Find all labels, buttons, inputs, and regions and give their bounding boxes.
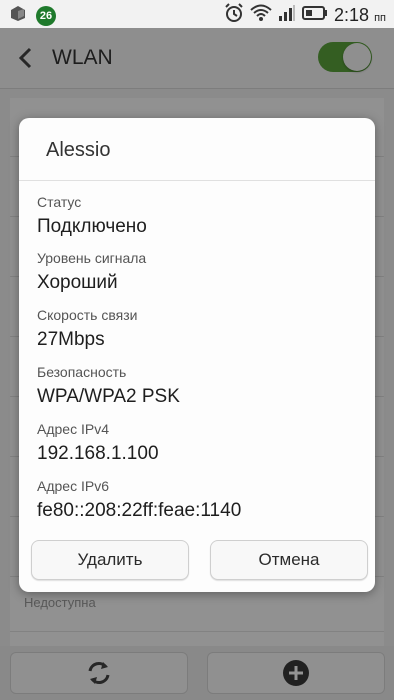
status-bar: 26 2:18 пп [0,0,394,28]
status-value: Подключено [37,216,147,237]
signal-strength-value: Хороший [37,272,118,293]
link-speed-value: 27Mbps [37,329,105,350]
link-speed-field: Скорость связи 27Mbps [37,307,137,352]
clock-suffix: пп [374,12,386,24]
ipv6-field: Адрес IPv6 fe80::208:22ff:feae:1140 [37,478,241,523]
security-value: WPA/WPA2 PSK [37,386,180,407]
notification-count-badge: 26 [36,5,56,26]
battery-icon [302,5,328,26]
wifi-icon [250,4,272,27]
delete-button[interactable]: Удалить [31,540,189,580]
network-info-dialog: Alessio Статус Подключено Уровень сигнал… [19,118,375,592]
link-speed-label: Скорость связи [37,307,138,323]
ipv6-value: fe80::208:22ff:feae:1140 [37,500,242,521]
signal-strength-label: Уровень сигнала [37,250,147,266]
clock-time: 2:18 [334,5,370,25]
ipv4-label: Адрес IPv4 [37,421,109,437]
security-label: Безопасность [37,364,127,380]
dialog-divider [19,180,375,181]
ipv6-label: Адрес IPv6 [37,478,109,494]
signal-icon [278,4,296,27]
security-field: Безопасность WPA/WPA2 PSK [37,364,180,409]
signal-strength-field: Уровень сигнала Хороший [37,250,146,295]
alarm-icon [224,3,244,28]
app-notification-icon [8,4,28,27]
status-label: Статус [37,194,82,210]
status-field: Статус Подключено [37,194,147,239]
dialog-title: Alessio [46,139,111,161]
ipv4-value: 192.168.1.100 [37,443,159,464]
clock: 2:18 пп [334,5,386,26]
cancel-button[interactable]: Отмена [210,540,368,580]
ipv4-field: Адрес IPv4 192.168.1.100 [37,421,159,466]
